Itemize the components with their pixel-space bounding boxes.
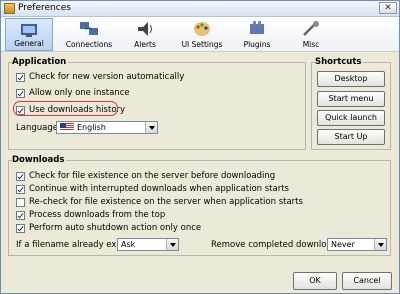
chevron-down-icon[interactable] [374,239,386,250]
option-label: Perform auto shutdown action only once [29,223,202,233]
plugins-icon [250,21,264,34]
option-label: Check for new version automatically [29,72,185,82]
start-menu-shortcut-button[interactable]: Start menu [317,91,385,107]
general-icon [21,24,37,37]
option-label: Check for file existence on the server b… [29,171,276,181]
remove-completed-value: Never [331,240,355,249]
start-up-shortcut-button[interactable]: Start Up [317,129,385,145]
option-label: Allow only one instance [29,88,130,98]
preferences-window: Preferences ✕ General Connections Alerts [0,0,400,294]
check-file-existence-checkbox[interactable] [16,171,25,181]
tab-plugins[interactable]: Plugins [237,18,277,51]
option-recheck-file-existence[interactable]: Re-check for file existence on the serve… [16,196,303,208]
close-button[interactable]: ✕ [379,2,397,14]
tab-ui-settings[interactable]: UI Settings [175,18,229,51]
continue-interrupted-checkbox[interactable] [16,184,25,194]
option-allow-one-instance[interactable]: Allow only one instance [16,87,130,99]
chevron-down-icon[interactable] [145,122,157,133]
language-label: Language [16,123,58,133]
auto-shutdown-once-checkbox[interactable] [16,223,25,233]
misc-icon [303,21,319,36]
allow-one-instance-checkbox[interactable] [16,88,25,98]
option-check-file-existence[interactable]: Check for file existence on the server b… [16,170,275,182]
app-icon [4,3,15,14]
tab-alerts[interactable]: Alerts [125,18,165,51]
remove-completed-select[interactable]: Never [327,238,387,251]
language-value: English [77,123,106,132]
remove-completed-label: Remove completed downloads [211,240,342,250]
title-bar: Preferences ✕ [1,1,399,17]
shortcuts-group-title: Shortcuts [315,57,364,67]
tab-general-label: General [14,39,44,48]
general-panel: Application Check for new version automa… [4,52,396,292]
option-label: Continue with interrupted downloads when… [29,184,289,194]
application-group-title: Application [12,57,69,67]
us-flag-icon [60,123,74,131]
tab-misc[interactable]: Misc [291,18,331,51]
tab-ui-settings-label: UI Settings [181,40,223,49]
quick-launch-shortcut-button[interactable]: Quick launch [317,110,385,126]
chevron-down-icon[interactable] [166,239,178,250]
preferences-toolbar: General Connections Alerts UI Settings P… [1,17,399,52]
option-check-new-version[interactable]: Check for new version automatically [16,71,184,83]
tab-misc-label: Misc [302,40,320,49]
check-new-version-checkbox[interactable] [16,72,25,82]
language-select[interactable]: English [56,121,158,134]
option-label: Process downloads from the top [29,210,166,220]
tab-alerts-label: Alerts [134,40,156,49]
tab-connections[interactable]: Connections [65,18,113,51]
ui-settings-icon [194,22,210,36]
option-auto-shutdown-once[interactable]: Perform auto shutdown action only once [16,222,201,234]
downloads-group-title: Downloads [12,155,67,165]
cancel-button[interactable]: Cancel [342,272,392,290]
tab-plugins-label: Plugins [243,40,271,49]
tab-connections-label: Connections [65,40,113,49]
option-continue-interrupted[interactable]: Continue with interrupted downloads when… [16,183,289,195]
desktop-shortcut-button[interactable]: Desktop [317,71,385,87]
option-process-from-top[interactable]: Process downloads from the top [16,209,165,221]
tab-general[interactable]: General [5,18,53,51]
filename-exists-value: Ask [121,240,136,249]
alerts-icon [138,22,152,36]
process-from-top-checkbox[interactable] [16,210,25,220]
recheck-file-existence-checkbox[interactable] [16,197,25,207]
window-title: Preferences [18,3,71,13]
connections-icon [80,22,98,35]
option-label: Re-check for file existence on the serve… [29,197,303,207]
filename-exists-select[interactable]: Ask [117,238,179,251]
highlight-annotation [13,101,118,116]
ok-button[interactable]: OK [293,272,337,290]
